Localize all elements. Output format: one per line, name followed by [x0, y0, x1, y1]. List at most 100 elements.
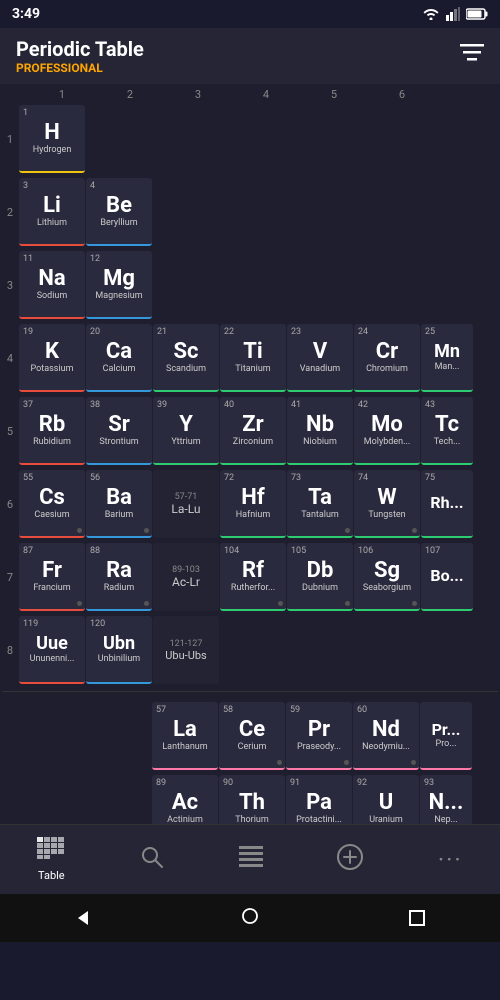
element-Rb[interactable]: 37 Rb Rubidium [19, 397, 85, 465]
status-icons [422, 7, 488, 21]
element-Ac[interactable]: 89 Ac Actinium [152, 775, 218, 824]
element-Zr[interactable]: 40 Zr Zirconium [220, 397, 286, 465]
element-Cs[interactable]: 55 Cs Caesium [19, 470, 85, 538]
nav-more[interactable]: ··· [422, 838, 479, 882]
element-Nb[interactable]: 41 Nb Niobium [287, 397, 353, 465]
period-row-8: 8 119 Uue Ununenni... 120 Ubn Unbinilium… [2, 614, 498, 686]
element-Y[interactable]: 39 Y Yttrium [153, 397, 219, 465]
app-title: Periodic Table [16, 37, 144, 61]
col-header-2: 2 [96, 88, 164, 101]
element-Np[interactable]: 93 N... Nep... [420, 775, 472, 824]
table-icon [37, 837, 65, 865]
wifi-icon [422, 8, 440, 20]
element-Sc[interactable]: 21 Sc Scandium [153, 324, 219, 392]
element-Ca[interactable]: 20 Ca Calcium [86, 324, 152, 392]
android-nav [0, 894, 500, 942]
element-Uue[interactable]: 119 Uue Ununenni... [19, 616, 85, 684]
filter-icon [460, 43, 484, 63]
element-Rh[interactable]: 75 Rh... [421, 470, 473, 538]
element-num-1: 1 [23, 108, 28, 118]
recents-button[interactable] [397, 903, 437, 933]
element-Pr[interactable]: 59 Pr Praseody... [286, 702, 352, 770]
element-Pm[interactable]: Pr... Pro... [420, 702, 472, 770]
row-num-4: 4 [2, 352, 18, 365]
period-row-1: 1 1 H Hydrogen [2, 103, 498, 175]
col-header-6: 6 [368, 88, 436, 101]
app-subtitle: PROFESSIONAL [16, 61, 144, 75]
back-button[interactable] [63, 903, 103, 933]
element-Ubn[interactable]: 120 Ubn Unbinilium [86, 616, 152, 684]
back-icon [74, 909, 92, 927]
actinide-row: 89 Ac Actinium 90 Th Thorium 91 Pa Prota… [2, 773, 498, 824]
bottom-nav: Table ··· [0, 824, 500, 894]
element-La[interactable]: 57 La Lanthanum [152, 702, 218, 770]
column-headers: 1 2 3 4 5 6 [0, 88, 500, 101]
element-K[interactable]: 19 K Potassium [19, 324, 85, 392]
periodic-table-area: 1 2 3 4 5 6 1 1 H Hydrogen 2 3 Li Lithiu… [0, 84, 500, 824]
superactinide-range[interactable]: 121-127 Ubu-Ubs [153, 616, 219, 684]
element-Ti[interactable]: 22 Ti Titanium [220, 324, 286, 392]
search-svg [140, 845, 164, 869]
col-header-3: 3 [164, 88, 232, 101]
header-title-group: Periodic Table PROFESSIONAL [16, 37, 144, 75]
element-Th[interactable]: 90 Th Thorium [219, 775, 285, 824]
actinide-range[interactable]: 89-103 Ac-Lr [153, 543, 219, 611]
status-bar: 3:49 [0, 0, 500, 28]
element-Sr[interactable]: 38 Sr Strontium [86, 397, 152, 465]
element-Ba[interactable]: 56 Ba Barium [86, 470, 152, 538]
lanthanide-row: 57 La Lanthanum 58 Ce Cerium 59 Pr Prase… [2, 700, 498, 772]
element-Ra[interactable]: 88 Ra Radium [86, 543, 152, 611]
nav-search[interactable] [124, 837, 180, 883]
row-num-2: 2 [2, 206, 18, 219]
row-num-5: 5 [2, 425, 18, 438]
lanthanide-separator [2, 691, 498, 695]
list-svg [239, 846, 263, 868]
home-button[interactable] [230, 903, 270, 933]
search-icon [140, 845, 164, 875]
element-Mn[interactable]: 25 Mn Man... [421, 324, 473, 392]
row-num-1: 1 [2, 133, 18, 146]
period-row-6: 6 55 Cs Caesium 56 Ba Barium 57-71 La-Lu… [2, 468, 498, 540]
col-header-4: 4 [232, 88, 300, 101]
row-num-6: 6 [2, 498, 18, 511]
element-V[interactable]: 23 V Vanadium [287, 324, 353, 392]
filter-button[interactable] [460, 43, 484, 69]
element-W[interactable]: 74 W Tungsten [354, 470, 420, 538]
element-Ta[interactable]: 73 Ta Tantalum [287, 470, 353, 538]
home-circle [241, 907, 259, 930]
element-Na[interactable]: 11 Na Sodium [19, 251, 85, 319]
element-Tc[interactable]: 43 Tc Tech... [421, 397, 473, 465]
element-Li[interactable]: 3 Li Lithium [19, 178, 85, 246]
element-Fr[interactable]: 87 Fr Francium [19, 543, 85, 611]
nav-table[interactable]: Table [21, 829, 81, 890]
element-Cr[interactable]: 24 Cr Chromium [354, 324, 420, 392]
nav-add[interactable] [321, 836, 379, 884]
period-row-5: 5 37 Rb Rubidium 38 Sr Strontium 39 Y Yt… [2, 395, 498, 467]
pt-grid: 1 1 H Hydrogen 2 3 Li Lithium 4 Be Beryl… [0, 103, 500, 824]
periodic-table-nav-icon [37, 837, 65, 859]
element-Sg[interactable]: 106 Sg Seaborgium [354, 543, 420, 611]
element-Bh[interactable]: 107 Bo... [421, 543, 473, 611]
nav-list[interactable] [223, 838, 279, 882]
signal-icon [446, 7, 460, 21]
element-Be[interactable]: 4 Be Beryllium [86, 178, 152, 246]
element-Ce[interactable]: 58 Ce Cerium [219, 702, 285, 770]
recents-icon [408, 909, 426, 927]
row-num-3: 3 [2, 279, 18, 292]
element-Db[interactable]: 105 Db Dubnium [287, 543, 353, 611]
element-Pa[interactable]: 91 Pa Protactini... [286, 775, 352, 824]
element-Mg[interactable]: 12 Mg Magnesium [86, 251, 152, 319]
add-icon [337, 844, 363, 876]
element-U[interactable]: 92 U Uranium [353, 775, 419, 824]
element-Mo[interactable]: 42 Mo Molybden... [354, 397, 420, 465]
element-Nd[interactable]: 60 Nd Neodymiu... [353, 702, 419, 770]
element-Hf[interactable]: 72 Hf Hafnium [220, 470, 286, 538]
col-header-5: 5 [300, 88, 368, 101]
element-H[interactable]: 1 H Hydrogen [19, 105, 85, 173]
more-icon: ··· [438, 846, 463, 874]
app-header: Periodic Table PROFESSIONAL [0, 28, 500, 84]
lanthanide-range[interactable]: 57-71 La-Lu [153, 470, 219, 538]
nav-table-label: Table [38, 869, 65, 882]
add-svg [337, 844, 363, 870]
element-Rf[interactable]: 104 Rf Rutherfor... [220, 543, 286, 611]
